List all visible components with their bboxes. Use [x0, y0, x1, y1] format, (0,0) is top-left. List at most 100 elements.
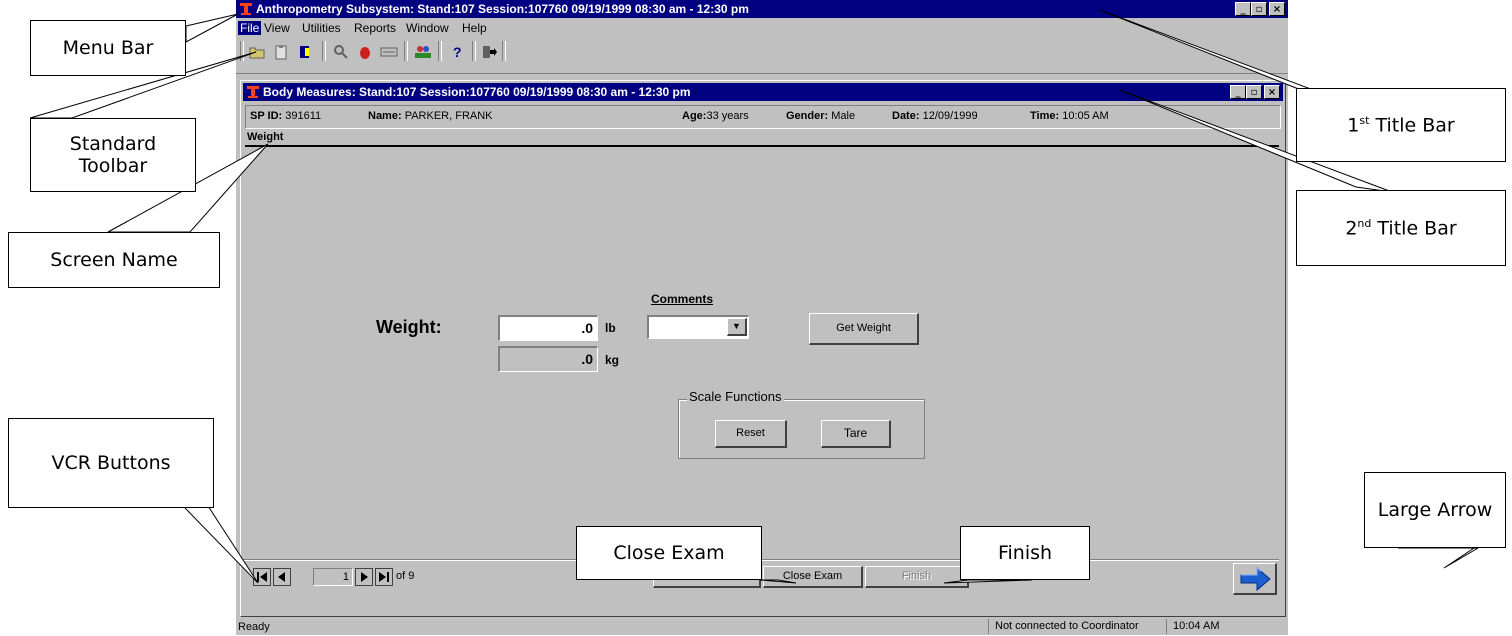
callout-large-arrow-text: Large Arrow [1377, 499, 1493, 521]
page-count-label: of 9 [396, 570, 415, 582]
weight-kg-field: .0 [498, 346, 598, 372]
comments-dropdown[interactable]: ▼ [647, 315, 749, 339]
exit-door-icon[interactable] [294, 41, 316, 63]
page-number-field[interactable]: 1 [313, 568, 353, 586]
application-window: Anthropometry Subsystem: Stand:107 Sessi… [236, 0, 1288, 635]
date-label: Date: [892, 110, 920, 122]
app-logo-icon [247, 86, 259, 98]
exit-arrow-icon[interactable] [478, 41, 500, 63]
callout-screen-name-text: Screen Name [50, 249, 178, 271]
tare-button[interactable]: Tare [821, 420, 891, 448]
callout-menu-bar: Menu Bar [30, 20, 186, 76]
standard-toolbar: ? [236, 38, 1288, 74]
callout-1st-num: 1 [1347, 114, 1360, 137]
inner-window-controls: _ ▫ × [1230, 85, 1280, 99]
inner-title-bar[interactable]: Body Measures: Stand:107 Session:107760 … [243, 83, 1283, 101]
callout-1st-sup: st [1359, 113, 1370, 127]
menu-file[interactable]: File [238, 21, 262, 35]
callout-large-arrow: Large Arrow [1364, 472, 1506, 548]
callout-menu-bar-text: Menu Bar [62, 37, 154, 59]
date-value: 12/09/1999 [922, 110, 978, 122]
svg-text:?: ? [453, 44, 462, 60]
close-exam-button[interactable]: Close Exam [763, 566, 863, 588]
callout-standard-toolbar-line1: Standard [69, 133, 157, 155]
next-page-icon[interactable] [355, 568, 373, 586]
menu-reports[interactable]: Reports [354, 21, 396, 35]
status-connection: Not connected to Coordinator [988, 619, 1139, 634]
name-label: Name: [368, 110, 402, 122]
stop-hand-icon[interactable] [354, 41, 376, 63]
clipboard-icon[interactable] [270, 41, 292, 63]
menu-view[interactable]: View [264, 21, 290, 35]
status-bar: Ready Not connected to Coordinator 10:04… [236, 618, 1288, 635]
search-icon[interactable] [330, 41, 352, 63]
body-measures-window: Body Measures: Stand:107 Session:107760 … [240, 80, 1286, 617]
menu-help[interactable]: Help [462, 21, 487, 35]
time-value: 10:05 AM [1062, 110, 1109, 122]
callout-2nd-title-bar-text: 2nd Title Bar [1345, 217, 1456, 239]
maximize-button[interactable]: ▫ [1246, 85, 1262, 99]
app-title-bar[interactable]: Anthropometry Subsystem: Stand:107 Sessi… [236, 0, 1288, 18]
menu-bar: File View Utilities Reports Window Help [236, 18, 1288, 38]
callout-2nd-sup: nd [1357, 216, 1372, 230]
last-page-icon[interactable] [375, 568, 393, 586]
app-logo-icon [240, 3, 252, 15]
finish-button[interactable]: Finish [865, 566, 969, 588]
spid-value: 391611 [285, 110, 322, 122]
time-label: Time: [1030, 110, 1060, 122]
name-value: PARKER, FRANK [404, 110, 493, 122]
menu-utilities[interactable]: Utilities [302, 21, 341, 35]
kg-unit: kg [605, 353, 620, 367]
callout-standard-toolbar-line2: Toolbar [78, 155, 148, 177]
toolbar-separator [472, 41, 476, 61]
toolbar-separator [404, 41, 408, 61]
screen-name: Weight [247, 131, 284, 143]
gender-value: Male [831, 110, 856, 122]
age-value: 33 years [706, 110, 749, 122]
large-arrow-icon [1240, 566, 1271, 592]
keyboard-icon[interactable] [378, 41, 400, 63]
callout-finish-text: Finish [997, 542, 1053, 564]
app-title: Anthropometry Subsystem: Stand:107 Sessi… [256, 2, 749, 16]
callout-finish: Finish [960, 526, 1090, 580]
gender-label: Gender: [786, 110, 829, 122]
lb-unit: lb [605, 321, 616, 335]
callout-screen-name: Screen Name [8, 232, 220, 288]
scale-functions-label: Scale Functions [687, 389, 784, 404]
minimize-button[interactable]: _ [1230, 85, 1246, 99]
previous-page-icon[interactable] [273, 568, 291, 586]
open-folder-icon[interactable] [246, 41, 268, 63]
callout-vcr-buttons: VCR Buttons [8, 418, 214, 508]
weight-lb-input[interactable]: .0 [498, 315, 598, 341]
callout-standard-toolbar: Standard Toolbar [30, 118, 196, 192]
callout-2nd-title-bar: 2nd Title Bar [1296, 190, 1506, 266]
reset-button[interactable]: Reset [715, 420, 787, 448]
app-window-controls: _ ▫ × [1235, 2, 1285, 16]
menu-window[interactable]: Window [406, 21, 449, 35]
minimize-button[interactable]: _ [1235, 2, 1251, 16]
screen-name-divider [245, 145, 1279, 147]
close-button[interactable]: × [1269, 2, 1285, 16]
participant-info-bar: SP ID: 391611 Name: PARKER, FRANK Age:33… [245, 105, 1281, 129]
status-clock: 10:04 AM [1166, 619, 1219, 634]
comments-label: Comments [651, 292, 714, 306]
restore-button[interactable]: ▫ [1251, 2, 1267, 16]
first-page-icon[interactable] [253, 568, 271, 586]
callout-1st-title-bar-text: 1st Title Bar [1347, 114, 1454, 136]
toolbar-grip [240, 41, 244, 61]
get-weight-button[interactable]: Get Weight [809, 313, 919, 345]
chevron-down-icon[interactable]: ▼ [727, 318, 747, 336]
status-ready: Ready [238, 621, 270, 633]
age-label: Age: [682, 110, 707, 122]
toolbar-separator [502, 41, 506, 61]
large-arrow-button[interactable] [1233, 563, 1277, 595]
help-icon[interactable]: ? [446, 41, 468, 63]
toolbar-separator [322, 41, 326, 61]
callout-close-exam-text: Close Exam [613, 542, 725, 564]
callout-1st-rest: Title Bar [1369, 114, 1455, 137]
inner-title: Body Measures: Stand:107 Session:107760 … [263, 85, 691, 99]
callout-2nd-rest: Title Bar [1371, 217, 1457, 240]
close-button[interactable]: × [1264, 85, 1280, 99]
people-icon[interactable] [412, 41, 434, 63]
toolbar-separator [438, 41, 442, 61]
